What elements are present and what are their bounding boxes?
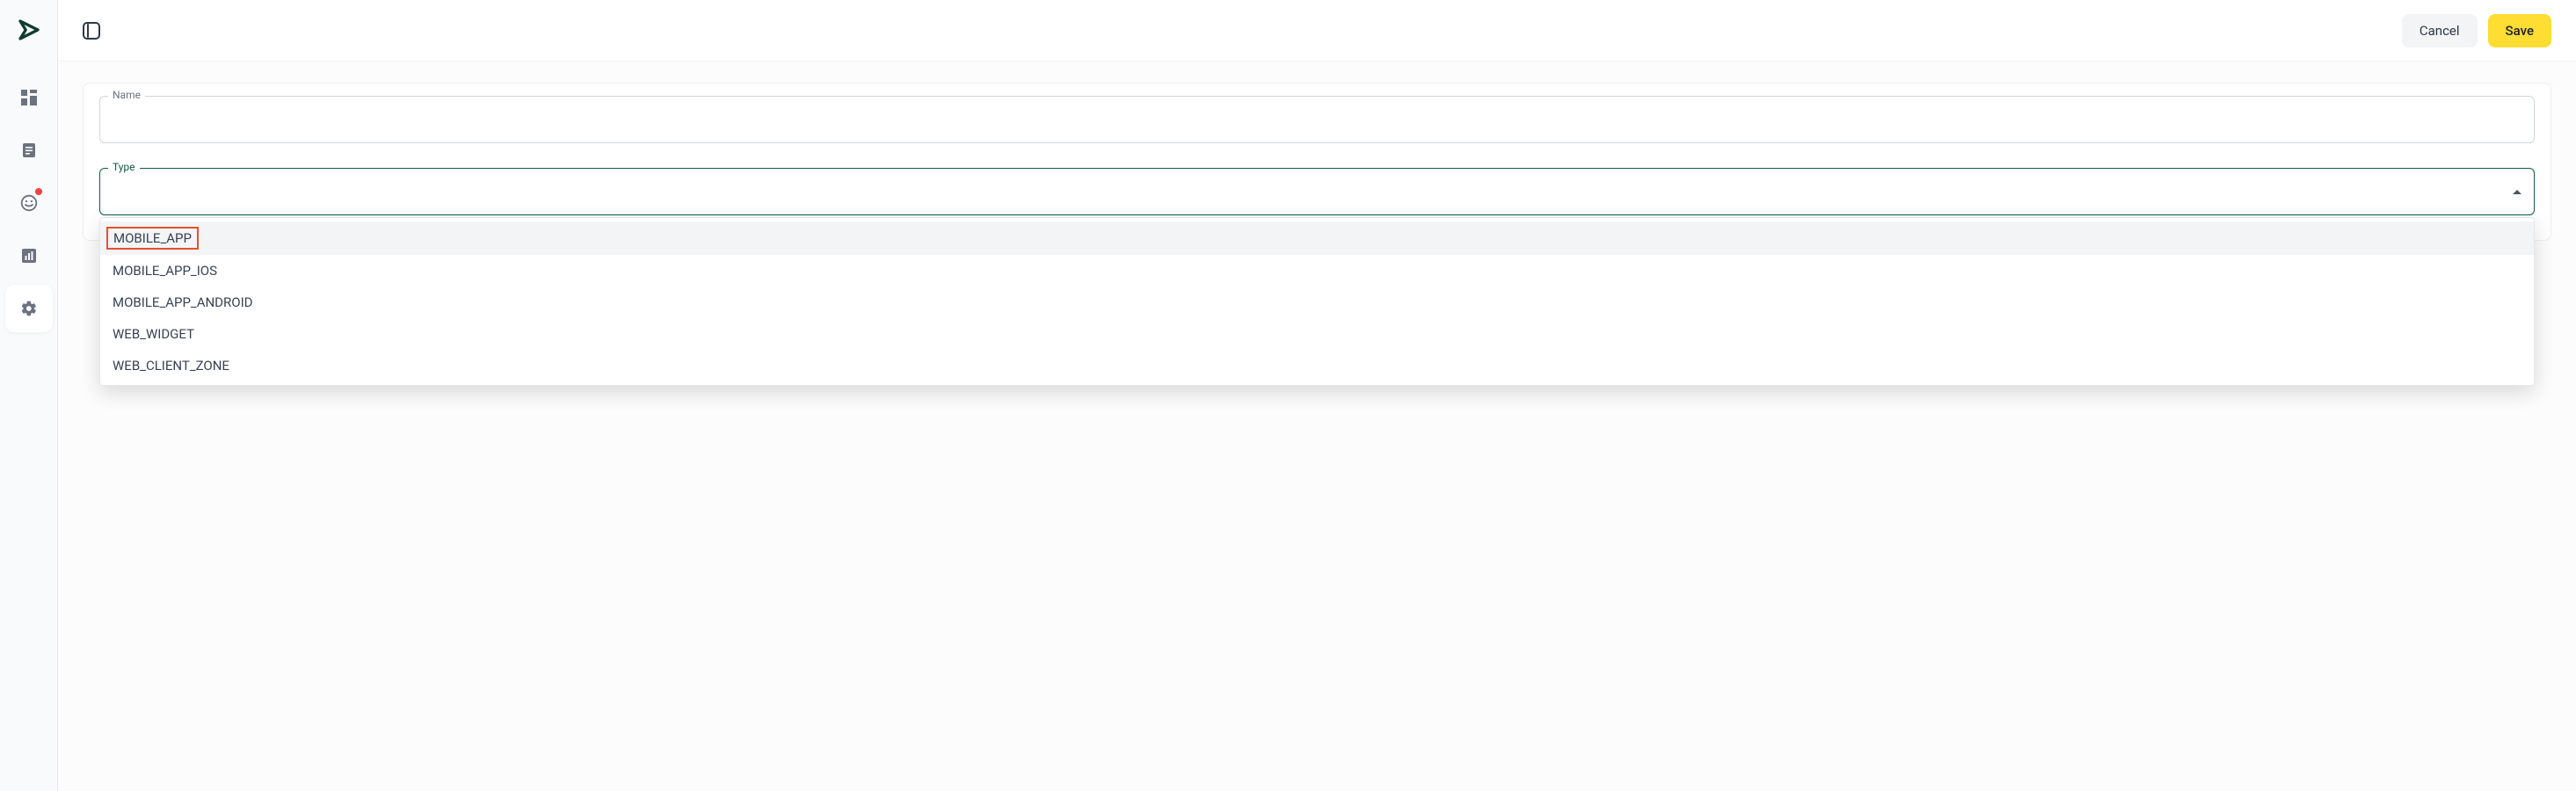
type-dropdown: MOBILE_APP MOBILE_APP_IOS MOBILE_APP_AND… [99, 217, 2535, 386]
nav-analytics[interactable] [5, 232, 53, 279]
name-label: Name [108, 89, 145, 101]
type-option-mobile-app[interactable]: MOBILE_APP [100, 221, 2534, 255]
sidebar [0, 0, 58, 791]
app-root: Cancel Save Name Type [0, 0, 2576, 791]
topbar-left [83, 22, 100, 40]
gear-icon [20, 300, 38, 317]
main-area: Cancel Save Name Type [58, 0, 2576, 791]
option-highlight: MOBILE_APP [106, 227, 199, 250]
form-card: Name Type MOBILE_APP MOBILE_APP_IOS [83, 83, 2551, 241]
type-option-web-widget[interactable]: WEB_WIDGET [100, 318, 2534, 350]
smile-icon [20, 194, 38, 212]
notification-dot [35, 188, 42, 195]
toggle-sidebar-icon[interactable] [83, 22, 100, 40]
cancel-button[interactable]: Cancel [2402, 14, 2478, 47]
type-select[interactable] [99, 168, 2535, 215]
nav-feedback[interactable] [5, 179, 53, 227]
type-option-web-client-zone[interactable]: WEB_CLIENT_ZONE [100, 350, 2534, 381]
save-button[interactable]: Save [2488, 14, 2551, 47]
doc-icon [21, 142, 37, 158]
dashboard-icon [21, 90, 37, 105]
name-input[interactable] [99, 96, 2535, 143]
type-option-mobile-app-ios[interactable]: MOBILE_APP_IOS [100, 255, 2534, 287]
topbar: Cancel Save [58, 0, 2576, 62]
nav-settings[interactable] [5, 285, 53, 332]
app-logo [15, 16, 43, 44]
topbar-actions: Cancel Save [2402, 14, 2551, 47]
type-option-mobile-app-android[interactable]: MOBILE_APP_ANDROID [100, 287, 2534, 318]
content: Name Type MOBILE_APP MOBILE_APP_IOS [58, 62, 2576, 262]
type-label: Type [108, 161, 140, 173]
name-field: Name [99, 96, 2535, 143]
type-field: Type MOBILE_APP MOBILE_APP_IOS MOBILE_AP… [99, 168, 2535, 215]
chart-icon [21, 248, 37, 264]
nav-dashboard[interactable] [5, 74, 53, 121]
nav-doc[interactable] [5, 127, 53, 174]
caret-up-icon [2513, 190, 2521, 194]
